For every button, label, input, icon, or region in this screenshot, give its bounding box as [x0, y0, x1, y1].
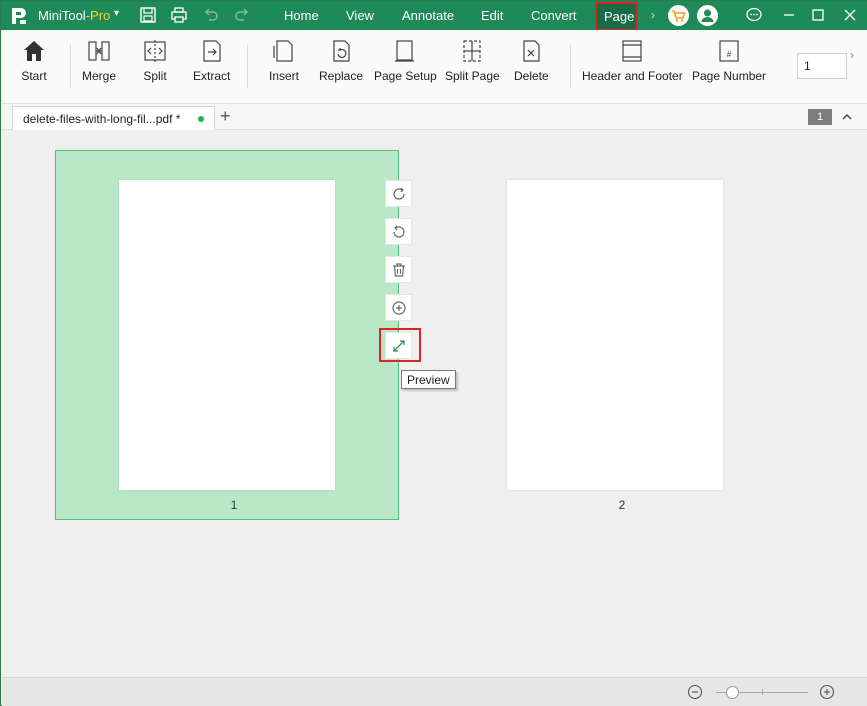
app-menu-dropdown[interactable]: ▾ — [114, 8, 119, 19]
delete-label: Delete — [514, 69, 549, 83]
app-name: MiniTool-Pro — [38, 8, 111, 23]
current-page-badge: 1 — [808, 109, 832, 125]
user-icon — [701, 9, 714, 22]
trash-icon — [393, 263, 405, 277]
toolbar-divider — [247, 44, 248, 88]
merge-label: Merge — [82, 69, 117, 83]
menu-page[interactable]: Page — [595, 2, 638, 31]
header-footer-label: Header and Footer — [582, 69, 683, 83]
menu-annotate[interactable]: Annotate — [402, 8, 454, 23]
page-number-label: Page Number — [692, 69, 767, 83]
insert-page-icon — [273, 40, 293, 62]
delete-button[interactable]: Delete — [514, 38, 549, 83]
page-setup-button[interactable]: Page Setup — [374, 38, 437, 83]
preview-button-highlight — [379, 328, 421, 362]
home-icon — [24, 41, 44, 61]
redo-icon[interactable] — [233, 6, 251, 24]
menu-home[interactable]: Home — [284, 8, 319, 23]
print-icon[interactable] — [170, 6, 188, 24]
preview-tooltip: Preview — [401, 370, 456, 389]
page-number-input[interactable]: 1 — [797, 53, 847, 79]
page-number-1: 1 — [230, 498, 238, 512]
page-setup-icon — [395, 40, 415, 62]
document-tab-bar: delete-files-with-long-fil...pdf * + 1 — [2, 104, 867, 130]
app-edition: -Pro — [85, 8, 111, 23]
zoom-in-icon[interactable] — [819, 684, 835, 700]
delete-page-button[interactable] — [385, 256, 412, 283]
store-button[interactable] — [668, 5, 689, 26]
document-tab-title: delete-files-with-long-fil...pdf * — [23, 112, 181, 126]
merge-icon — [88, 41, 110, 61]
page-thumbnails-area: 1 2 Preview — [2, 130, 867, 677]
page-setup-label: Page Setup — [374, 69, 437, 83]
toolbar-divider — [70, 44, 71, 88]
menu-edit[interactable]: Edit — [481, 8, 503, 23]
add-tab-button[interactable]: + — [220, 106, 231, 126]
extract-button[interactable]: Extract — [193, 38, 230, 83]
page-number-icon-glyph: # — [727, 50, 732, 59]
status-bar — [2, 677, 867, 706]
document-tab[interactable]: delete-files-with-long-fil...pdf * — [12, 106, 215, 130]
start-button[interactable]: Start — [21, 38, 47, 83]
minimize-icon[interactable] — [780, 6, 798, 24]
plus-circle-icon — [392, 301, 406, 315]
page-number-icon: # — [719, 40, 739, 62]
split-page-icon — [463, 40, 481, 62]
zoom-slider-thumb[interactable] — [726, 686, 739, 699]
split-label: Split — [143, 69, 167, 83]
extract-label: Extract — [193, 69, 231, 83]
app-window: MiniTool-Pro ▾ Home View Annotate Edit C… — [0, 0, 867, 706]
zoom-out-icon[interactable] — [687, 684, 703, 700]
delete-page-icon — [523, 40, 540, 62]
page-toolbar: Start Merge Split Extract Insert Replace… — [2, 30, 867, 104]
zoom-slider-tick — [762, 689, 763, 695]
replace-label: Replace — [319, 69, 364, 83]
account-button[interactable] — [697, 5, 718, 26]
maximize-icon[interactable] — [809, 6, 827, 24]
close-icon[interactable] — [841, 6, 859, 24]
split-button[interactable]: Split — [142, 38, 168, 83]
header-footer-button[interactable]: Header and Footer — [582, 38, 683, 83]
save-icon[interactable] — [139, 6, 157, 24]
rotate-counterclockwise-icon — [393, 225, 405, 238]
merge-button[interactable]: Merge — [82, 38, 116, 83]
menu-convert[interactable]: Convert — [531, 8, 577, 23]
page-number-button[interactable]: # Page Number — [692, 38, 766, 83]
page-number-2: 2 — [618, 498, 626, 512]
split-page-label: Split Page — [445, 69, 500, 83]
split-icon — [144, 40, 166, 62]
page-thumbnail-2[interactable] — [507, 180, 723, 490]
start-label: Start — [21, 69, 47, 83]
header-footer-icon — [622, 40, 642, 62]
cart-icon — [672, 10, 686, 22]
rotate-clockwise-button[interactable] — [385, 180, 412, 207]
menu-page-label: Page — [604, 9, 635, 24]
unsaved-indicator — [198, 116, 204, 122]
page-thumbnail-1[interactable] — [119, 180, 335, 490]
minitool-logo-icon — [9, 6, 29, 26]
insert-page-button[interactable] — [385, 294, 412, 321]
title-bar: MiniTool-Pro ▾ Home View Annotate Edit C… — [1, 1, 867, 31]
undo-icon[interactable] — [202, 6, 220, 24]
toolbar-divider — [570, 44, 571, 88]
replace-page-icon — [333, 40, 350, 62]
insert-button[interactable]: Insert — [269, 38, 299, 83]
chevron-up-icon[interactable] — [840, 110, 854, 124]
rotate-counterclockwise-button[interactable] — [385, 218, 412, 245]
toolbar-scroll-right-icon[interactable]: › — [850, 48, 854, 62]
extract-icon — [203, 40, 221, 62]
insert-label: Insert — [269, 69, 300, 83]
menu-view[interactable]: View — [346, 8, 374, 23]
feedback-icon[interactable] — [745, 6, 763, 24]
rotate-clockwise-icon — [393, 187, 405, 200]
menu-more-button[interactable]: › — [651, 8, 655, 22]
replace-button[interactable]: Replace — [319, 38, 363, 83]
split-page-button[interactable]: Split Page — [445, 38, 500, 83]
